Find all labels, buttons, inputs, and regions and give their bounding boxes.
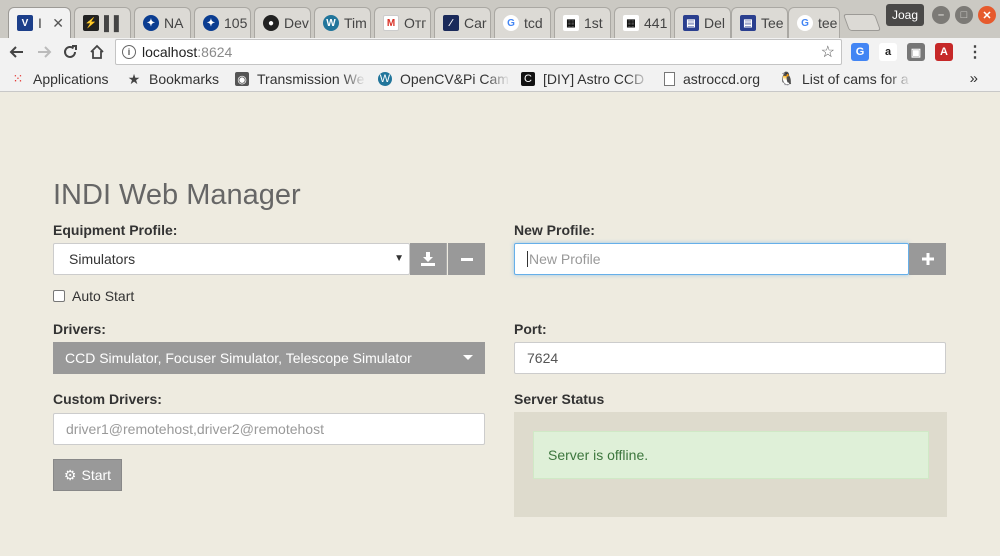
wordpress-icon: W [378, 72, 392, 86]
new-profile-input[interactable]: New Profile [514, 243, 909, 275]
star-icon: ★ [127, 70, 141, 87]
equipment-profile-select[interactable]: Simulators ▼ [53, 243, 410, 275]
bookmark-opencv[interactable]: W OpenCV&Pi Cam [378, 70, 510, 88]
bookmark-transmission[interactable]: ◉ Transmission We [235, 70, 366, 88]
profile-button[interactable]: Joag [886, 4, 924, 26]
apps-grid-icon: ⁙ [12, 71, 24, 86]
calendar-icon: ▤ [740, 15, 756, 31]
tab[interactable]: ▦ 1st [554, 7, 611, 38]
google-icon: G [503, 15, 519, 31]
new-tab-button[interactable] [842, 14, 882, 31]
home-button[interactable] [85, 40, 109, 64]
menu-icon[interactable]: ⋮ [966, 43, 984, 61]
info-icon[interactable]: i [122, 45, 136, 59]
bolt-icon: ⚡ [83, 15, 99, 31]
minimize-icon[interactable]: – [932, 6, 950, 24]
maximize-icon[interactable]: □ [955, 6, 973, 24]
tab[interactable]: ▤ Del [674, 7, 731, 38]
gear-icon: ⚙ [63, 466, 77, 483]
reload-icon [64, 45, 77, 58]
qr-icon: ▦ [623, 15, 639, 31]
dropdown-caret-icon [463, 355, 473, 360]
port-label: Port: [514, 321, 547, 337]
delete-profile-button[interactable] [448, 243, 485, 275]
tab[interactable]: ▤ Tee [731, 7, 788, 38]
auto-start-checkbox-row[interactable]: Auto Start [53, 288, 134, 304]
forward-button[interactable] [32, 40, 56, 64]
auto-start-checkbox[interactable] [53, 290, 65, 302]
add-profile-button[interactable] [909, 243, 946, 275]
c-logo-icon: C [521, 72, 535, 86]
tab[interactable]: W Tim [314, 7, 371, 38]
server-status-label: Server Status [514, 391, 605, 407]
url-text: localhost:8624 [142, 44, 233, 60]
tab[interactable]: G tee [788, 7, 840, 38]
minus-icon [460, 258, 473, 261]
start-button[interactable]: ⚙ Start [53, 459, 122, 491]
bookmark-bookmarks[interactable]: ★ Bookmarks [127, 70, 219, 88]
google-icon: G [797, 15, 813, 31]
equipment-profile-label: Equipment Profile: [53, 222, 178, 238]
custom-drivers-label: Custom Drivers: [53, 391, 162, 407]
drivers-multiselect[interactable]: CCD Simulator, Focuser Simulator, Telesc… [53, 342, 485, 374]
forward-arrow-icon [38, 46, 52, 58]
bookmark-diy-astro-ccd[interactable]: C [DIY] Astro CCD [521, 70, 650, 88]
select-caret-icon: ▼ [394, 253, 404, 264]
bookmarks-bar: ⁙ Applications ★ Bookmarks ◉ Transmissio… [0, 66, 1000, 92]
wordpress-icon: W [323, 15, 339, 31]
nasa-icon: ✦ [143, 15, 159, 31]
tab[interactable]: ⚡ ▌▌ [74, 7, 131, 38]
qr-icon: ▦ [563, 15, 579, 31]
tab[interactable]: ∕ Car [434, 7, 491, 38]
back-button[interactable] [5, 40, 29, 64]
calendar-icon: ▤ [683, 15, 699, 31]
gmail-icon: M [383, 15, 399, 31]
amazon-icon[interactable]: a [879, 43, 897, 61]
close-window-icon[interactable]: ✕ [978, 6, 996, 24]
nasa-icon: ✦ [203, 15, 219, 31]
pdf-icon[interactable]: A [935, 43, 953, 61]
download-icon [421, 252, 435, 266]
browser-toolbar: i localhost:8624 ☆ G a ▣ A ⋮ [0, 38, 1000, 66]
address-bar[interactable]: i localhost:8624 ☆ [115, 39, 842, 65]
document-icon [664, 72, 675, 86]
bookmark-astroccd[interactable]: astroccd.org [664, 70, 760, 88]
page-title: INDI Web Manager [53, 179, 301, 211]
tab[interactable]: ✦ 105 [194, 7, 251, 38]
back-arrow-icon [9, 46, 23, 58]
auto-start-label: Auto Start [72, 288, 135, 304]
home-icon [90, 44, 104, 59]
plus-icon [921, 253, 934, 265]
indi-icon: V [17, 15, 33, 31]
drivers-selected-text: CCD Simulator, Focuser Simulator, Telesc… [65, 350, 412, 366]
transmission-icon: ◉ [235, 72, 249, 86]
drivers-label: Drivers: [53, 321, 106, 337]
new-profile-label: New Profile: [514, 222, 595, 238]
bookmark-applications[interactable]: ⁙ Applications [11, 70, 109, 88]
translate-icon[interactable]: G [851, 43, 869, 61]
tab[interactable]: ● Dev [254, 7, 311, 38]
tab[interactable]: M Отг [374, 7, 431, 38]
github-icon: ● [263, 15, 279, 31]
save-profile-button[interactable] [410, 243, 447, 275]
penguin-icon: 🐧 [780, 71, 796, 86]
bookmark-star-icon[interactable]: ☆ [821, 42, 835, 62]
equipment-profile-value: Simulators [69, 251, 136, 267]
bookmark-list-of-cams[interactable]: 🐧 List of cams for a [780, 70, 912, 88]
tab[interactable]: ▦ 441 [614, 7, 671, 38]
tab-indi-web-manager[interactable]: V I ✕ [8, 7, 71, 38]
tab-strip: V I ✕ ⚡ ▌▌ ✦ NA ✦ 105 ● Dev W Tim M Отг … [0, 0, 1000, 38]
bookmarks-overflow-button[interactable]: » [970, 70, 978, 87]
app-icon: ∕ [443, 15, 459, 31]
server-status-alert: Server is offline. [533, 431, 929, 479]
extension-icon[interactable]: ▣ [907, 43, 925, 61]
custom-drivers-input[interactable]: driver1@remotehost,driver2@remotehost [53, 413, 485, 445]
port-input[interactable]: 7624 [514, 342, 946, 374]
reload-button[interactable] [58, 40, 82, 64]
close-tab-icon[interactable]: ✕ [52, 15, 64, 32]
tab[interactable]: G tcd [494, 7, 551, 38]
tab[interactable]: ✦ NA [134, 7, 191, 38]
